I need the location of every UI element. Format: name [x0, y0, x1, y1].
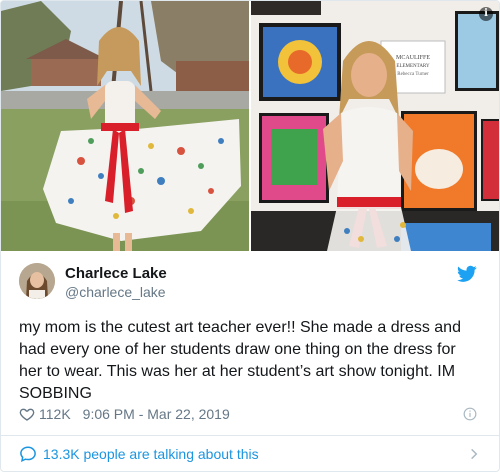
conversation-link[interactable]: 13.3K people are talking about this: [19, 445, 259, 463]
chevron-right-icon[interactable]: [467, 447, 481, 461]
author-name[interactable]: Charlece Lake: [65, 265, 167, 282]
sign-line-2: ELEMENTARY: [396, 64, 430, 69]
tweet-timestamp[interactable]: 9:06 PM - Mar 22, 2019: [83, 406, 230, 422]
twitter-bird-icon[interactable]: [457, 265, 477, 283]
tweet-meta: 112K 9:06 PM - Mar 22, 2019: [19, 405, 230, 423]
info-icon[interactable]: [463, 407, 477, 421]
tweet-text: my mom is the cutest art teacher ever!! …: [19, 319, 461, 402]
sign-line-3: Rebecca Turner: [397, 72, 429, 77]
photo-outdoor-image: [1, 1, 249, 251]
conversation-text: 13.3K people are talking about this: [43, 446, 259, 462]
photo-outdoor[interactable]: [1, 1, 249, 251]
divider: [1, 435, 499, 436]
photo-art-show-image: MCAULIFFE ELEMENTARY Rebecca Turner: [251, 1, 499, 251]
like-count[interactable]: 112K: [39, 406, 71, 422]
sign-line-1: MCAULIFFE: [396, 55, 430, 61]
photo-art-show[interactable]: MCAULIFFE ELEMENTARY Rebecca Turner i: [251, 1, 499, 251]
tweet-photos: MCAULIFFE ELEMENTARY Rebecca Turner i: [1, 1, 499, 251]
photo-info-icon[interactable]: i: [479, 7, 493, 21]
conversation-icon: [20, 446, 36, 463]
avatar-image: [19, 263, 55, 299]
avatar[interactable]: [19, 263, 55, 299]
author-handle[interactable]: @charlece_lake: [65, 284, 166, 300]
tweet-card[interactable]: MCAULIFFE ELEMENTARY Rebecca Turner i Ch…: [0, 0, 500, 472]
tweet-author: Charlece Lake @charlece_lake: [19, 263, 481, 303]
heart-icon[interactable]: [19, 406, 35, 422]
